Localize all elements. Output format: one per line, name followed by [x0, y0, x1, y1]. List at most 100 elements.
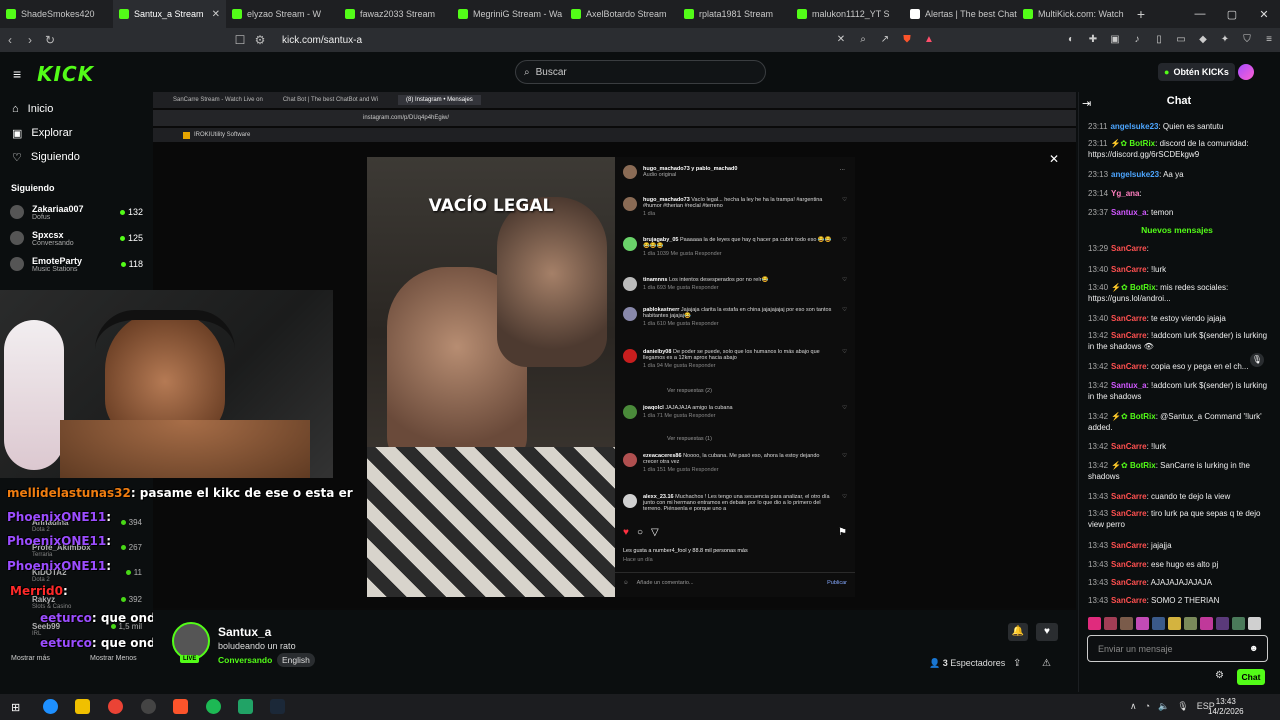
show-less-link[interactable]: Mostrar Menos — [90, 655, 137, 662]
wallet-icon[interactable]: ▭ — [1174, 34, 1188, 46]
browser-tab[interactable]: elyzao Stream - W — [226, 0, 339, 28]
publish-button[interactable]: Publicar — [827, 580, 847, 586]
like-icon[interactable]: ♡ — [842, 494, 847, 514]
following-channel[interactable]: Spxcsx Conversando 125 — [0, 225, 153, 251]
send-chat-button[interactable]: Chat — [1237, 669, 1265, 685]
steam-icon[interactable] — [270, 699, 285, 714]
kick-logo[interactable]: KICK — [37, 62, 94, 86]
mic-icon[interactable]: 🎙 — [1250, 353, 1264, 367]
emote-icon[interactable] — [1168, 617, 1181, 630]
extension-icon[interactable]: ◐ — [1064, 34, 1078, 46]
user-avatar[interactable] — [1238, 64, 1254, 80]
emote-icon[interactable] — [1136, 617, 1149, 630]
comment-user[interactable]: tinamnns — [643, 277, 667, 283]
emote-icon[interactable] — [1200, 617, 1213, 630]
emote-icon[interactable] — [1104, 617, 1117, 630]
obs-icon[interactable] — [141, 699, 156, 714]
maximize-icon[interactable]: ▢ — [1216, 8, 1248, 21]
chat-username[interactable]: Santux_a — [1111, 381, 1147, 390]
chat-username[interactable]: SanCarre — [1111, 314, 1147, 323]
music-icon[interactable]: ♪ — [1130, 34, 1144, 46]
mic-tray-icon[interactable]: 🎙 — [1177, 701, 1188, 712]
edge-icon[interactable] — [43, 699, 58, 714]
file-explorer-icon[interactable] — [75, 699, 90, 714]
new-tab-icon[interactable]: + — [1130, 6, 1152, 22]
streamer-name[interactable]: Santux_a — [218, 625, 271, 639]
browser-tab[interactable]: Santux_a Stream ✕ — [113, 0, 226, 28]
heart-icon[interactable]: ♥ — [623, 527, 629, 538]
chat-username[interactable]: BotRix — [1129, 139, 1155, 148]
like-icon[interactable]: ♡ — [842, 349, 847, 369]
reload-icon[interactable]: ↻ — [40, 33, 60, 47]
close-window-icon[interactable]: ✕ — [1248, 8, 1280, 21]
chat-username[interactable]: SanCarre — [1111, 560, 1147, 569]
get-kicks-button[interactable]: ● Obtén KICKs — [1158, 63, 1235, 81]
brave-rewards-icon[interactable]: ▲ — [922, 34, 936, 46]
avatar[interactable] — [623, 349, 637, 363]
emote-icon[interactable] — [1232, 617, 1245, 630]
sidebar-icon[interactable]: ▯ — [1152, 34, 1166, 46]
chat-username[interactable]: SanCarre — [1111, 509, 1147, 518]
share-icon[interactable]: ▽ — [651, 527, 659, 538]
more-options-icon[interactable]: ··· — [840, 167, 846, 173]
chat-username[interactable]: angelsuke23 — [1110, 122, 1158, 131]
add-comment-input[interactable]: Añade un comentario... — [637, 580, 694, 586]
emote-icon[interactable] — [1088, 617, 1101, 630]
comment-user[interactable]: joaqolcl — [643, 405, 664, 411]
chat-username[interactable]: BotRix — [1130, 412, 1156, 421]
emote-icon[interactable] — [1152, 617, 1165, 630]
search-input[interactable]: ⌕ Buscar — [515, 60, 766, 84]
stream-language-tag[interactable]: English — [277, 653, 315, 667]
chat-username[interactable]: SanCarre — [1111, 362, 1147, 371]
chat-message-input[interactable]: Enviar un mensaje — [1087, 635, 1268, 662]
show-more-link[interactable]: Mostrar más — [11, 655, 50, 662]
sidebar-item-siguiendo[interactable]: ♡ Siguiendo — [0, 145, 153, 169]
chat-username[interactable]: Santux_a — [1111, 208, 1147, 217]
gear-icon[interactable]: ⚙ — [1215, 670, 1224, 681]
avatar[interactable] — [623, 197, 637, 211]
like-icon[interactable]: ♡ — [842, 277, 847, 291]
view-replies-link[interactable]: Ver respuestas (1) — [667, 436, 712, 442]
tray-up-icon[interactable]: ∧ — [1130, 701, 1137, 712]
follow-heart-icon[interactable]: ♥ — [1036, 623, 1058, 641]
like-icon[interactable]: ♡ — [842, 453, 847, 473]
avatar[interactable] — [623, 494, 637, 508]
like-icon[interactable]: ♡ — [842, 307, 847, 327]
avatar[interactable] — [623, 307, 637, 321]
chat-username[interactable]: Yg_ana — [1111, 189, 1139, 198]
site-info-icon[interactable]: ⚙ — [250, 33, 270, 47]
avatar[interactable] — [623, 237, 637, 251]
post-audio[interactable]: Audio original — [643, 172, 737, 178]
emoji-icon[interactable]: ☺ — [623, 580, 629, 586]
spotify-icon[interactable] — [206, 699, 221, 714]
brave-shield-icon[interactable]: ⛊ — [900, 34, 914, 46]
minimize-icon[interactable]: — — [1184, 8, 1216, 20]
chat-username[interactable]: SanCarre — [1111, 492, 1147, 501]
browser-tab[interactable]: ShadeSmokes420 — [0, 0, 113, 28]
browser-tab[interactable]: rplata1981 Stream — [678, 0, 791, 28]
share-icon[interactable]: ⇪ — [1013, 658, 1021, 669]
sidebar-item-explorar[interactable]: ▣ Explorar — [0, 121, 153, 145]
chrome-icon[interactable] — [108, 699, 123, 714]
sidebar-item-inicio[interactable]: ⌂ Inicio — [0, 97, 153, 121]
close-icon[interactable]: ✕ — [1049, 152, 1059, 166]
shield-icon[interactable]: ⛉ — [1240, 34, 1254, 46]
chat-username[interactable]: SanCarre — [1111, 578, 1147, 587]
emote-icon[interactable] — [1120, 617, 1133, 630]
chat-username[interactable]: SanCarre — [1111, 442, 1147, 451]
url-field[interactable]: kick.com/santux-a — [282, 35, 362, 46]
chat-username[interactable]: BotRix — [1130, 461, 1156, 470]
save-icon[interactable]: ⚑ — [838, 527, 847, 538]
hamburger-menu-icon[interactable]: ≡ — [13, 66, 21, 82]
volume-icon[interactable]: 🔈 — [1158, 701, 1169, 712]
chat-username[interactable]: SanCarre — [1111, 541, 1147, 550]
stream-category[interactable]: Conversando — [218, 655, 272, 665]
chat-username[interactable]: BotRix — [1130, 283, 1156, 292]
browser-tab[interactable]: Alertas | The best Chat — [904, 0, 1017, 28]
emote-icon[interactable] — [1216, 617, 1229, 630]
browser-tab[interactable]: malukon1112_YT S — [791, 0, 904, 28]
chat-username[interactable]: SanCarre — [1111, 331, 1147, 340]
browser-tab[interactable]: fawaz2033 Stream — [339, 0, 452, 28]
bookmark-icon[interactable]: ☐ — [230, 33, 250, 47]
menu-icon[interactable]: ≡ — [1262, 34, 1276, 46]
